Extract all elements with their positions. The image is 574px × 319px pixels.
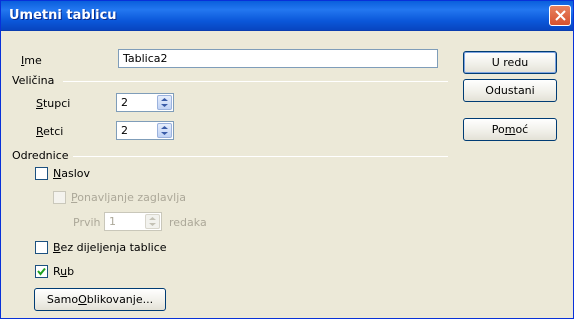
first-rows-value: 1 <box>109 215 116 228</box>
first-rows-suffix: redaka <box>169 216 207 229</box>
size-separator <box>63 81 448 82</box>
heading-checkbox[interactable] <box>35 167 48 180</box>
dont-split-checkbox[interactable] <box>35 241 48 254</box>
close-button[interactable] <box>549 5 571 26</box>
cancel-button[interactable]: Odustani <box>463 79 557 102</box>
dont-split-label: Bez dijeljenja tablice <box>53 241 167 254</box>
rows-spin-button[interactable] <box>157 123 172 138</box>
insert-table-dialog: Umetni tablicu Ime Tablica2 Veličina Stu… <box>0 0 574 319</box>
size-section-label: Veličina <box>12 74 55 87</box>
options-separator <box>73 156 448 157</box>
autoformat-button[interactable]: SamoOblikovanje... <box>34 288 166 311</box>
first-rows-spin-button[interactable] <box>145 214 160 229</box>
name-input[interactable]: Tablica2 <box>118 49 438 68</box>
rows-value: 2 <box>121 124 128 137</box>
columns-value: 2 <box>121 96 128 109</box>
name-value: Tablica2 <box>123 52 168 65</box>
columns-spin-button[interactable] <box>157 95 172 110</box>
ok-button[interactable]: U redu <box>463 51 557 74</box>
help-button[interactable]: Pomoć <box>463 118 557 141</box>
first-rows-spinfield[interactable]: 1 <box>104 212 162 231</box>
spin-arrows-icon <box>161 98 168 107</box>
repeat-heading-label: Ponavljanje zaglavlja <box>71 191 187 204</box>
columns-spinfield[interactable]: 2 <box>116 93 174 112</box>
options-section-label: Odrednice <box>12 149 69 162</box>
border-checkbox[interactable] <box>35 265 48 278</box>
repeat-heading-checkbox[interactable] <box>53 191 66 204</box>
title-bar[interactable]: Umetni tablicu <box>1 1 573 31</box>
rows-spinfield[interactable]: 2 <box>116 121 174 140</box>
rows-label: Retci <box>36 125 64 138</box>
spin-arrows-icon <box>149 217 156 226</box>
spin-arrows-icon <box>161 126 168 135</box>
first-rows-prefix: Prvih <box>73 216 101 229</box>
border-label: Rub <box>53 265 75 278</box>
heading-label: Naslov <box>53 167 91 180</box>
name-label: Ime <box>21 54 42 67</box>
check-icon <box>37 267 46 276</box>
close-icon <box>555 10 566 21</box>
window-title: Umetni tablicu <box>9 8 117 23</box>
columns-label: Stupci <box>36 97 71 110</box>
